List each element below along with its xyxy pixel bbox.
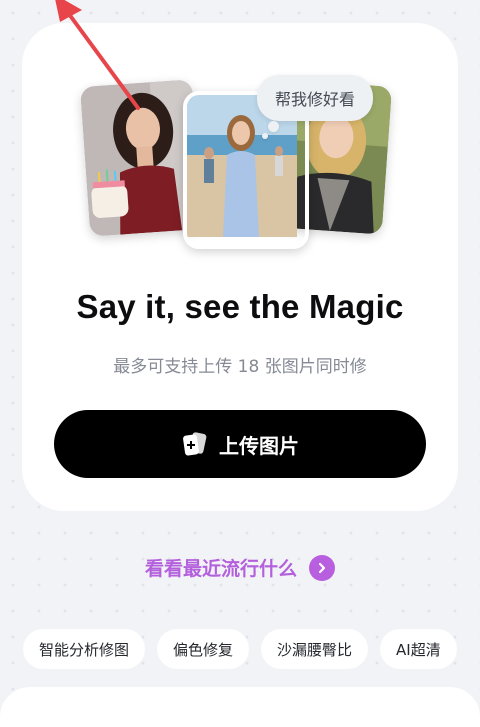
headline: Say it, see the Magic [76,288,404,325]
chip-ai-upscale[interactable]: AI超清 [380,629,457,669]
upload-photos-button[interactable]: 上传图片 [54,410,426,478]
prompt-bubble: 帮我修好看 [257,75,374,121]
trending-link[interactable]: 看看最近流行什么 [0,554,480,581]
bubble-tail-small [262,133,268,139]
chip-hourglass-ratio[interactable]: 沙漏腰臀比 [261,629,369,669]
trending-label: 看看最近流行什么 [144,558,297,580]
upload-button-label: 上传图片 [219,433,299,458]
chevron-right-icon [309,554,335,581]
feature-chips: 智能分析修图 偏色修复 沙漏腰臀比 AI超清 [23,629,457,669]
chip-smart-retouch[interactable]: 智能分析修图 [23,629,146,669]
chip-color-cast-fix[interactable]: 偏色修复 [157,629,250,669]
bubble-tail [268,121,279,132]
add-photo-icon [181,431,209,457]
photo-collage: 帮我修好看 [79,75,393,249]
subtitle: 最多可支持上传 18 张图片同时修 [113,357,367,377]
upload-card: 帮我修好看 Say it, see the Magic 最多可支持上传 18 张… [22,23,458,511]
bottom-panel [0,687,480,727]
